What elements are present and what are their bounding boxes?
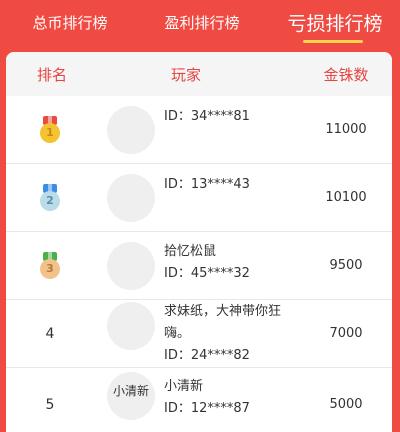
table-row[interactable]: 5 小清新 小清新 ID：12****87 5000 bbox=[6, 368, 392, 432]
ranking-tabs: 总币排行榜 盈利排行榜 亏损排行榜 bbox=[0, 0, 400, 52]
avatar[interactable] bbox=[107, 106, 155, 154]
coins-value: 10100 bbox=[325, 190, 367, 205]
table-row[interactable]: 4 求妹纸，大神带你狂嗨。 ID：24****82 7000 bbox=[6, 300, 392, 368]
table-row[interactable]: 1 ID：34****81 11000 bbox=[6, 96, 392, 164]
silver-medal-icon: 2 bbox=[39, 183, 61, 212]
tab-profit[interactable]: 盈利排行榜 bbox=[152, 0, 252, 44]
player-info: 拾忆松鼠 ID：45****32 bbox=[164, 241, 304, 285]
rank-cell: 1 bbox=[20, 96, 80, 163]
player-info: 小清新 ID：12****87 bbox=[164, 376, 304, 420]
player-id: ID：24****82 bbox=[164, 348, 250, 363]
tab-loss[interactable]: 亏损排行榜 bbox=[280, 0, 390, 44]
rank-cell: 5 bbox=[45, 396, 55, 413]
coins-value: 7000 bbox=[329, 326, 363, 341]
coins-value: 9500 bbox=[329, 258, 363, 273]
player-info: ID：13****43 bbox=[164, 174, 304, 196]
leaderboard-card: 排名 玩家 金铢数 1 ID：34****81 11000 2 ID：13***… bbox=[6, 52, 392, 432]
avatar[interactable] bbox=[107, 242, 155, 290]
player-name: 拾忆松鼠 bbox=[164, 244, 217, 259]
avatar[interactable] bbox=[107, 174, 155, 222]
rank-header: 排名 bbox=[36, 65, 67, 84]
gold-medal-icon: 1 bbox=[39, 115, 61, 144]
player-info: 求妹纸，大神带你狂嗨。 ID：24****82 bbox=[164, 301, 299, 367]
player-name: 求妹纸，大神带你狂嗨。 bbox=[164, 304, 282, 341]
table-row[interactable]: 3 拾忆松鼠 ID：45****32 9500 bbox=[6, 232, 392, 300]
active-tab-indicator bbox=[303, 40, 363, 43]
avatar[interactable]: 小清新 bbox=[107, 372, 155, 420]
player-info: ID：34****81 bbox=[164, 106, 304, 128]
coins-value: 5000 bbox=[329, 397, 363, 412]
rank-cell: 2 bbox=[20, 164, 80, 231]
player-id: ID：12****87 bbox=[164, 401, 250, 416]
player-id: ID：45****32 bbox=[164, 266, 250, 281]
coins-header: 金铢数 bbox=[323, 65, 369, 84]
player-name: 小清新 bbox=[164, 379, 204, 394]
bronze-medal-icon: 3 bbox=[39, 251, 61, 280]
player-header: 玩家 bbox=[170, 65, 201, 84]
coins-value: 11000 bbox=[325, 122, 367, 137]
player-id: ID：34****81 bbox=[164, 109, 250, 124]
player-id: ID：13****43 bbox=[164, 177, 250, 192]
table-row[interactable]: 2 ID：13****43 10100 bbox=[6, 164, 392, 232]
table-header: 排名 玩家 金铢数 bbox=[6, 52, 392, 96]
avatar[interactable] bbox=[107, 302, 155, 350]
rank-cell: 4 bbox=[45, 325, 55, 342]
tab-total-coins[interactable]: 总币排行榜 bbox=[20, 0, 120, 44]
rank-cell: 3 bbox=[20, 232, 80, 299]
